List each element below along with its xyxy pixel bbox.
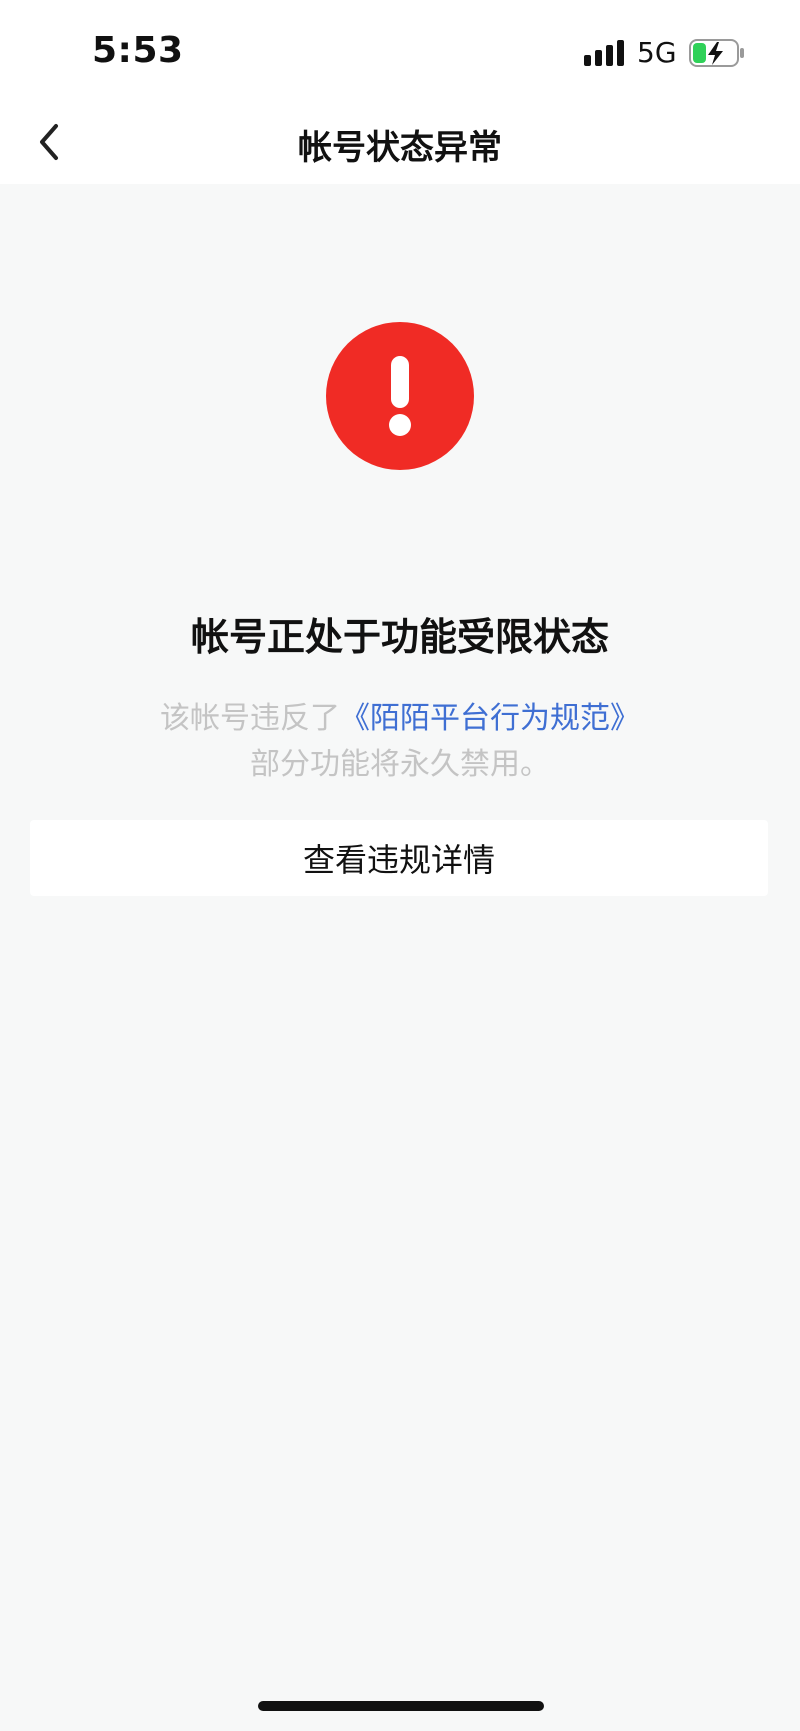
battery-charging-icon — [689, 39, 744, 67]
nav-bar: 帐号状态异常 — [0, 100, 800, 184]
platform-rules-link[interactable]: 《陌陌平台行为规范》 — [340, 701, 640, 736]
status-bar: 5:53 5G — [0, 0, 800, 100]
view-violation-details-button[interactable]: 查看违规详情 — [30, 820, 768, 896]
page-title: 帐号状态异常 — [298, 128, 502, 168]
restriction-description: 该帐号违反了《陌陌平台行为规范》 部分功能将永久禁用。 — [0, 696, 800, 788]
exclamation-circle-icon — [326, 322, 474, 470]
restriction-headline: 帐号正处于功能受限状态 — [190, 615, 609, 659]
home-indicator[interactable] — [258, 1701, 544, 1711]
signal-bars-icon — [584, 40, 624, 66]
description-prefix: 该帐号违反了 — [160, 701, 340, 736]
network-type: 5G — [637, 36, 677, 69]
description-line-1: 该帐号违反了《陌陌平台行为规范》 — [0, 696, 800, 742]
description-line-2: 部分功能将永久禁用。 — [250, 747, 550, 782]
status-time: 5:53 — [92, 30, 184, 71]
